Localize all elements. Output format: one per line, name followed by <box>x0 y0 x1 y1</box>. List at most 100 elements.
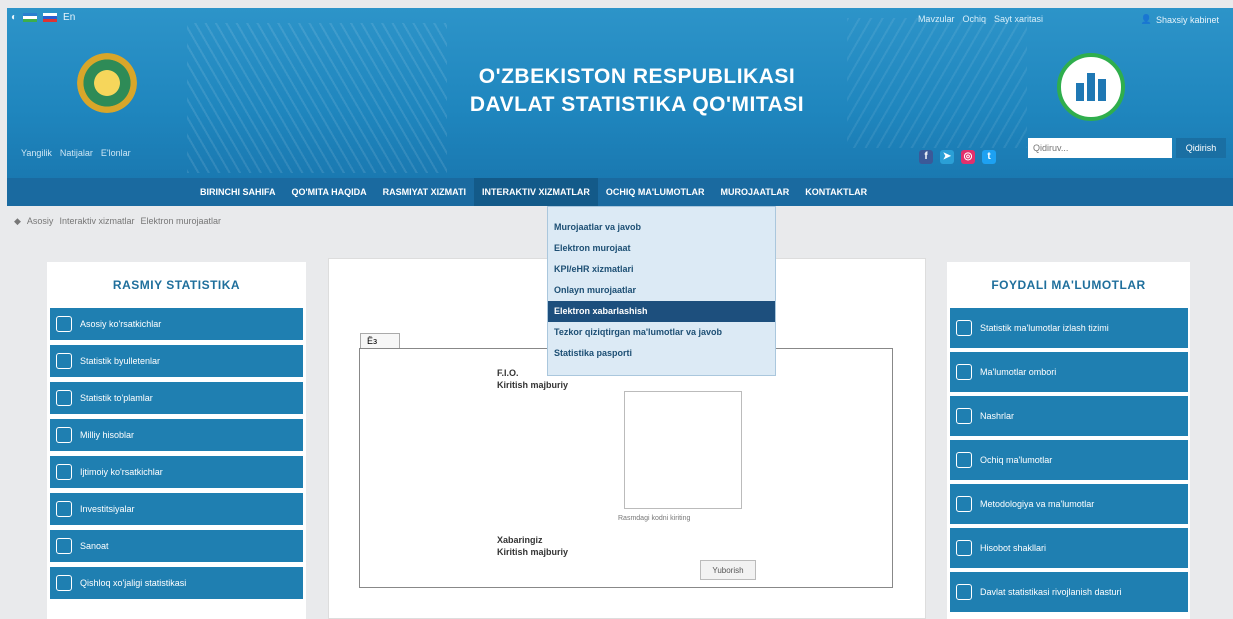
submit-button[interactable]: Yuborish <box>700 560 756 580</box>
item-label: Ijtimoiy ko'rsatkichlar <box>80 467 163 477</box>
leaf-icon <box>56 575 72 591</box>
item-label: Statistik to'plamlar <box>80 393 153 403</box>
breadcrumb: ◆ Asosiy Interaktiv xizmatlar Elektron m… <box>14 216 221 227</box>
captcha-note: Rasmdagi kodni kiriting <box>618 515 691 522</box>
book-icon <box>956 408 972 424</box>
useful-info-panel: FOYDALI MA'LUMOTLAR Statistik ma'lumotla… <box>947 262 1190 619</box>
dropdown-item[interactable]: Elektron murojaat <box>548 238 775 259</box>
bar-chart-icon <box>56 390 72 406</box>
language-tab[interactable]: Ёз <box>360 333 400 349</box>
nav-interactive-services[interactable]: INTERAKTIV XIZMATLAR <box>474 178 598 206</box>
people-icon <box>56 464 72 480</box>
top-link-3[interactable]: Sayt xaritasi <box>994 14 1043 24</box>
statistics-logo[interactable] <box>1057 53 1125 121</box>
left-item-agriculture[interactable]: Qishloq xo'jaligi statistikasi <box>50 567 303 599</box>
header-decoration-right <box>847 18 1027 148</box>
handshake-icon <box>956 320 972 336</box>
message-label: Xabaringiz <box>497 535 543 545</box>
top-link-1[interactable]: Mavzular <box>918 14 955 24</box>
quick-link-2[interactable]: Natijalar <box>60 148 93 158</box>
nav-appeals[interactable]: MUROJAATLAR <box>712 178 797 206</box>
left-item-industry[interactable]: Sanoat <box>50 530 303 562</box>
item-label: Nashrlar <box>980 411 1015 421</box>
left-item-key-indicators[interactable]: Asosiy ko'rsatkichlar <box>50 308 303 340</box>
home-icon[interactable]: ◆ <box>14 216 21 227</box>
flag-uz-icon[interactable] <box>23 13 38 22</box>
quick-link-3[interactable]: E'lonlar <box>101 148 131 158</box>
chart-icon <box>56 316 72 332</box>
item-label: Statistik ma'lumotlar izlash tizimi <box>980 323 1109 333</box>
language-switcher: ◐ En <box>11 12 75 23</box>
dropdown-item[interactable]: KPI/eHR xizmatlari <box>548 259 775 280</box>
dropdown-item[interactable]: Onlayn murojaatlar <box>548 280 775 301</box>
breadcrumb-item[interactable]: Interaktiv xizmatlar <box>59 216 134 227</box>
lang-link-en[interactable]: En <box>63 12 75 23</box>
info-icon <box>956 496 972 512</box>
message-required: Kiritish majburiy <box>497 547 569 557</box>
table-icon <box>956 452 972 468</box>
accessibility-icon[interactable]: ◐ <box>11 12 17 23</box>
item-label: Hisobot shakllari <box>980 543 1047 553</box>
panel-title: FOYDALI MA'LUMOTLAR <box>991 278 1146 292</box>
site-title-line1: O'ZBEKISTON RESPUBLIKASI <box>478 65 796 88</box>
right-item-database[interactable]: Ma'lumotlar ombori <box>950 352 1188 392</box>
logo-bar <box>1076 83 1084 101</box>
item-label: Qishloq xo'jaligi statistikasi <box>80 578 187 588</box>
nav-about[interactable]: QO'MITA HAQIDA <box>284 178 375 206</box>
interactive-services-dropdown: Murojaatlar va javob Elektron murojaat K… <box>547 206 776 376</box>
header-decoration <box>187 23 447 173</box>
left-item-investments[interactable]: Investitsiyalar <box>50 493 303 525</box>
item-label: Sanoat <box>80 541 109 551</box>
left-item-collections[interactable]: Statistik to'plamlar <box>50 382 303 414</box>
nav-home[interactable]: BIRINCHI SAHIFA <box>192 178 284 206</box>
right-item-search-system[interactable]: Statistik ma'lumotlar izlash tizimi <box>950 308 1188 348</box>
name-label: F.I.O. <box>497 368 519 378</box>
logo-bar <box>1087 73 1095 101</box>
search-input[interactable] <box>1028 138 1172 158</box>
dropdown-item[interactable]: Statistika pasporti <box>548 343 775 364</box>
twitter-icon[interactable]: t <box>982 150 996 164</box>
quick-link-1[interactable]: Yangilik <box>21 148 52 158</box>
page: ◐ En Mavzular Ochiq Sayt xaritasi 👤 Shax… <box>0 0 1233 619</box>
flag-ru-icon[interactable] <box>43 13 58 22</box>
facebook-icon[interactable]: f <box>919 150 933 164</box>
site-title-line2: DAVLAT STATISTIKA QO'MITASI <box>469 93 805 116</box>
item-label: Statistik byulletenlar <box>80 356 161 366</box>
state-emblem-logo[interactable] <box>77 53 137 113</box>
item-label: Davlat statistikasi rivojlanish dasturi <box>980 587 1122 597</box>
dropdown-item-active[interactable]: Elektron xabarlashish <box>548 301 775 322</box>
nav-contacts[interactable]: KONTAKTLAR <box>797 178 875 206</box>
right-item-methodology[interactable]: Metodologiya va ma'lumotlar <box>950 484 1188 524</box>
left-item-national-accounts[interactable]: Milliy hisoblar <box>50 419 303 451</box>
form-icon <box>956 540 972 556</box>
nav-open-data[interactable]: OCHIQ MA'LUMOTLAR <box>598 178 713 206</box>
dropdown-item[interactable]: Murojaatlar va javob <box>548 217 775 238</box>
nav-official[interactable]: RASMIYAT XIZMATI <box>375 178 474 206</box>
user-label: Shaxsiy kabinet <box>1155 14 1219 25</box>
calendar-icon <box>956 584 972 600</box>
globe-icon <box>56 427 72 443</box>
dropdown-item[interactable]: Tezkor qiziqtirgan ma'lumotlar va javob <box>548 322 775 343</box>
captcha-image <box>624 391 742 509</box>
left-item-bulletins[interactable]: Statistik byulletenlar <box>50 345 303 377</box>
factory-icon <box>56 538 72 554</box>
triangle-icon <box>956 364 972 380</box>
right-item-open-data[interactable]: Ochiq ma'lumotlar <box>950 440 1188 480</box>
breadcrumb-item[interactable]: Asosiy <box>27 216 54 227</box>
top-link-2[interactable]: Ochiq <box>962 14 986 24</box>
right-item-publications[interactable]: Nashrlar <box>950 396 1188 436</box>
telegram-icon[interactable]: ➤ <box>940 150 954 164</box>
right-item-development-program[interactable]: Davlat statistikasi rivojlanish dasturi <box>950 572 1188 612</box>
instagram-icon[interactable]: ◎ <box>961 150 975 164</box>
logo-bar <box>1098 79 1106 101</box>
main-nav: BIRINCHI SAHIFA QO'MITA HAQIDA RASMIYAT … <box>7 178 1233 206</box>
item-label: Metodologiya va ma'lumotlar <box>980 499 1095 509</box>
site-title: O'ZBEKISTON RESPUBLIKASI DAVLAT STATISTI… <box>427 63 847 119</box>
right-item-report-forms[interactable]: Hisobot shakllari <box>950 528 1188 568</box>
top-links: Mavzular Ochiq Sayt xaritasi <box>918 14 1043 24</box>
search-button[interactable]: Qidirish <box>1176 138 1226 158</box>
user-menu[interactable]: 👤 Shaxsiy kabinet <box>1141 14 1219 25</box>
quick-links: Yangilik Natijalar E'lonlar <box>21 148 131 158</box>
left-item-social[interactable]: Ijtimoiy ko'rsatkichlar <box>50 456 303 488</box>
item-label: Ma'lumotlar ombori <box>980 367 1057 377</box>
